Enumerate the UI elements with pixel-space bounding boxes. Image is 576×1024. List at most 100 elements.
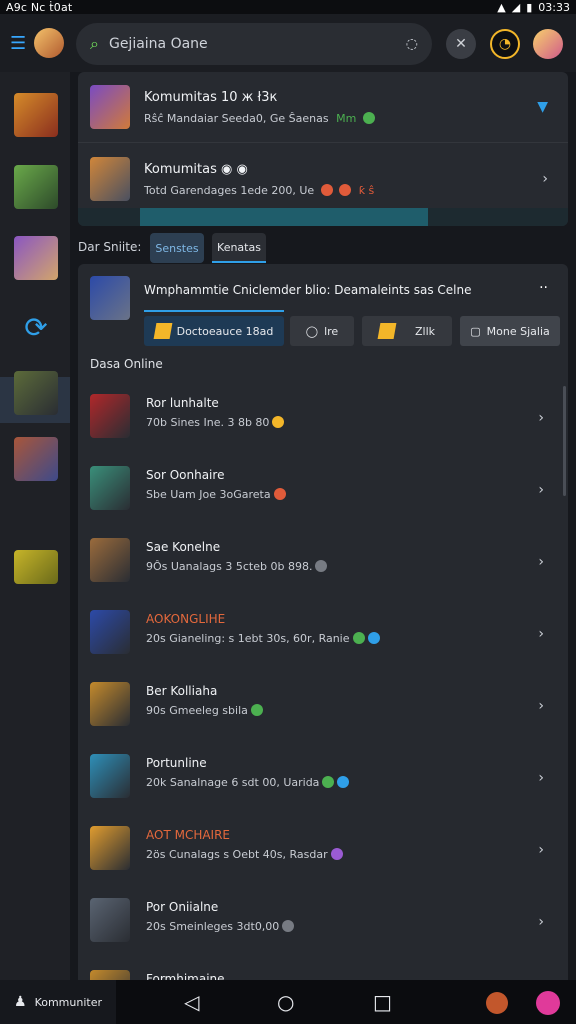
player-status: 20s Smeinleges 3dt0,00 (146, 920, 295, 933)
filter-icon[interactable]: ▼ (537, 99, 548, 115)
home-icon[interactable]: ○ (277, 990, 294, 1014)
tab-kenatas[interactable]: Kenatas (212, 233, 266, 263)
status-time: 03:33 (538, 0, 570, 14)
sidebar-item-game-6[interactable] (14, 550, 58, 584)
bottom-nav: ♟ Kommuniter ◁ ○ □ (0, 980, 576, 1024)
player-avatar (90, 898, 130, 942)
player-row[interactable]: Ror lunhalte 70b Sines Ine. 3 8b 80 › (78, 382, 568, 454)
status-left-text: A9c Nc ṫ0at (6, 0, 73, 14)
assistant-icon[interactable] (536, 991, 560, 1015)
profile-button[interactable]: ◔ (490, 29, 520, 59)
avatar[interactable] (34, 28, 64, 58)
bottom-nav-label: Kommuniter (34, 995, 102, 1009)
community-row[interactable]: Komumitas ◉ ◉ Totd Garendages 1ede 200, … (78, 144, 568, 214)
community-row[interactable]: Komumitas 10 ж ł3к Rŝĉ Mandaiar Seeda0, … (78, 72, 568, 142)
player-status: 70b Sines Ine. 3 8b 80 (146, 416, 285, 429)
communities-icon: ♟ (14, 994, 27, 1010)
more-options-icon[interactable]: ·· (539, 280, 548, 296)
community-title: Komumitas 10 ж ł3к (144, 89, 278, 105)
player-row[interactable]: AOT MCHAIRE 2ös Cunalags s Oebt 40s, Rasd… (78, 814, 568, 886)
section-label: Dasa Online (90, 357, 163, 371)
player-name: Sae Konelne (146, 540, 221, 554)
battery-icon: ▮ (526, 0, 533, 14)
community-subtitle: Rŝĉ Mandaiar Seeda0, Ge Ŝaenas Mm (144, 111, 375, 125)
player-status: 20k Sanalnage 6 sdt 00, Uarida (146, 776, 350, 789)
chip-lre[interactable]: ◯ lre (290, 316, 354, 346)
progress-fill (140, 208, 428, 226)
status-dot (322, 776, 335, 788)
player-row[interactable]: Por Oniialne 20s Smeinleges 3dt0,00 › (78, 886, 568, 958)
player-name: Ber Kolliaha (146, 684, 218, 698)
tab-senstes[interactable]: Senstes (150, 233, 204, 263)
community-subtitle: Totd Garendages 1ede 200, Ue ƙ ŝ (144, 183, 375, 197)
player-name: AOT MCHAIRE (146, 828, 231, 842)
player-avatar (90, 682, 130, 726)
chevron-right-icon[interactable]: › (538, 770, 544, 786)
search-icon: ⌕ (90, 34, 99, 53)
player-row[interactable]: Sae Konelne 9Ôs Uanalags 3 5cteb 0b 898. › (78, 526, 568, 598)
chip-zllk[interactable]: Zllk (362, 316, 452, 346)
player-status: 9Ôs Uanalags 3 5cteb 0b 898. (146, 560, 328, 573)
sidebar-item-game-2[interactable] (14, 165, 58, 209)
online-dot (362, 111, 375, 124)
mic-icon[interactable]: ◌ (406, 36, 418, 52)
status-dot (367, 632, 380, 644)
recents-icon[interactable]: □ (373, 990, 392, 1014)
community-tag: ƙ ŝ (358, 183, 375, 197)
menu-icon[interactable]: ☰ (10, 33, 32, 54)
community-tag: Mm (336, 111, 357, 125)
message-icon: ▢ (470, 324, 481, 338)
row-divider (78, 142, 568, 143)
community-title: Komumitas ◉ ◉ (144, 161, 248, 177)
chevron-right-icon[interactable]: › (538, 410, 544, 426)
chevron-right-icon[interactable]: › (538, 554, 544, 570)
player-row[interactable]: Ber Kolliaha 90s Gmeeleg sbila › (78, 670, 568, 742)
close-button[interactable]: ✕ (446, 29, 476, 59)
game-thumb (90, 276, 130, 320)
sidebar-item-game-5[interactable] (14, 437, 58, 481)
search-input[interactable]: Gejiaina Oane (109, 36, 406, 52)
tag-icon (153, 323, 173, 339)
sync-icon[interactable]: ⟳ (14, 306, 58, 350)
player-status: 2ös Cunalags s Oebt 40s, Rasdar (146, 848, 343, 861)
player-list: Ror lunhalte 70b Sines Ine. 3 8b 80 › Sor O… (78, 382, 568, 980)
chevron-right-icon[interactable]: › (538, 842, 544, 858)
player-status: 90s Gmeeleg sbila (146, 704, 263, 717)
chevron-right-icon[interactable]: › (538, 482, 544, 498)
chip-mone-sjalia[interactable]: ▢ Mone Sjalia (460, 316, 560, 346)
player-name: Ror lunhalte (146, 396, 219, 410)
bottom-nav-communities[interactable]: ♟ Kommuniter (0, 980, 116, 1024)
player-avatar (90, 610, 130, 654)
wifi-icon: ▲ (497, 0, 506, 14)
bolt-icon (377, 323, 397, 339)
status-dot (273, 488, 286, 500)
game-header: Wmphammtie Cniclemder blio: Deamaleints … (78, 264, 568, 382)
chevron-right-icon[interactable]: › (538, 626, 544, 642)
status-dot (320, 183, 333, 196)
title-underline (144, 310, 284, 312)
top-bar: ☰ ⌕ Gejiaina Oane ◌ ✕ ◔ (0, 14, 576, 72)
player-avatar (90, 970, 130, 980)
game-launcher-icon[interactable] (486, 992, 508, 1014)
sidebar-item-game-1[interactable] (14, 93, 58, 137)
sidebar-item-game-4[interactable] (14, 371, 58, 415)
status-dot (315, 560, 328, 572)
player-avatar (90, 394, 130, 438)
search-bar[interactable]: ⌕ Gejiaina Oane ◌ (76, 23, 432, 65)
sidebar-item-game-3[interactable] (14, 236, 58, 280)
player-row[interactable]: Portunline 20k Sanalnage 6 sdt 00, Uarida… (78, 742, 568, 814)
chevron-right-icon[interactable]: › (542, 171, 548, 187)
back-icon[interactable]: ◁ (184, 990, 199, 1014)
user-avatar[interactable] (533, 29, 563, 59)
chevron-right-icon[interactable]: › (538, 914, 544, 930)
player-name: Por Oniialne (146, 900, 219, 914)
player-row[interactable]: AOKONGLIHE 20s Gianeling: s 1ebt 30s, 60r… (78, 598, 568, 670)
chevron-right-icon[interactable]: › (538, 698, 544, 714)
player-name: Formhimaine (146, 972, 225, 980)
player-row[interactable]: Sor Oonhaire Sbe Uam Joe 3oGareta › (78, 454, 568, 526)
player-row[interactable]: Formhimaine› (78, 958, 568, 980)
player-name: AOKONGLIHE (146, 612, 226, 626)
status-dot (250, 704, 263, 716)
community-thumb (90, 157, 130, 201)
chip-doctoeauce[interactable]: Doctoeauce 18ad (144, 316, 284, 346)
